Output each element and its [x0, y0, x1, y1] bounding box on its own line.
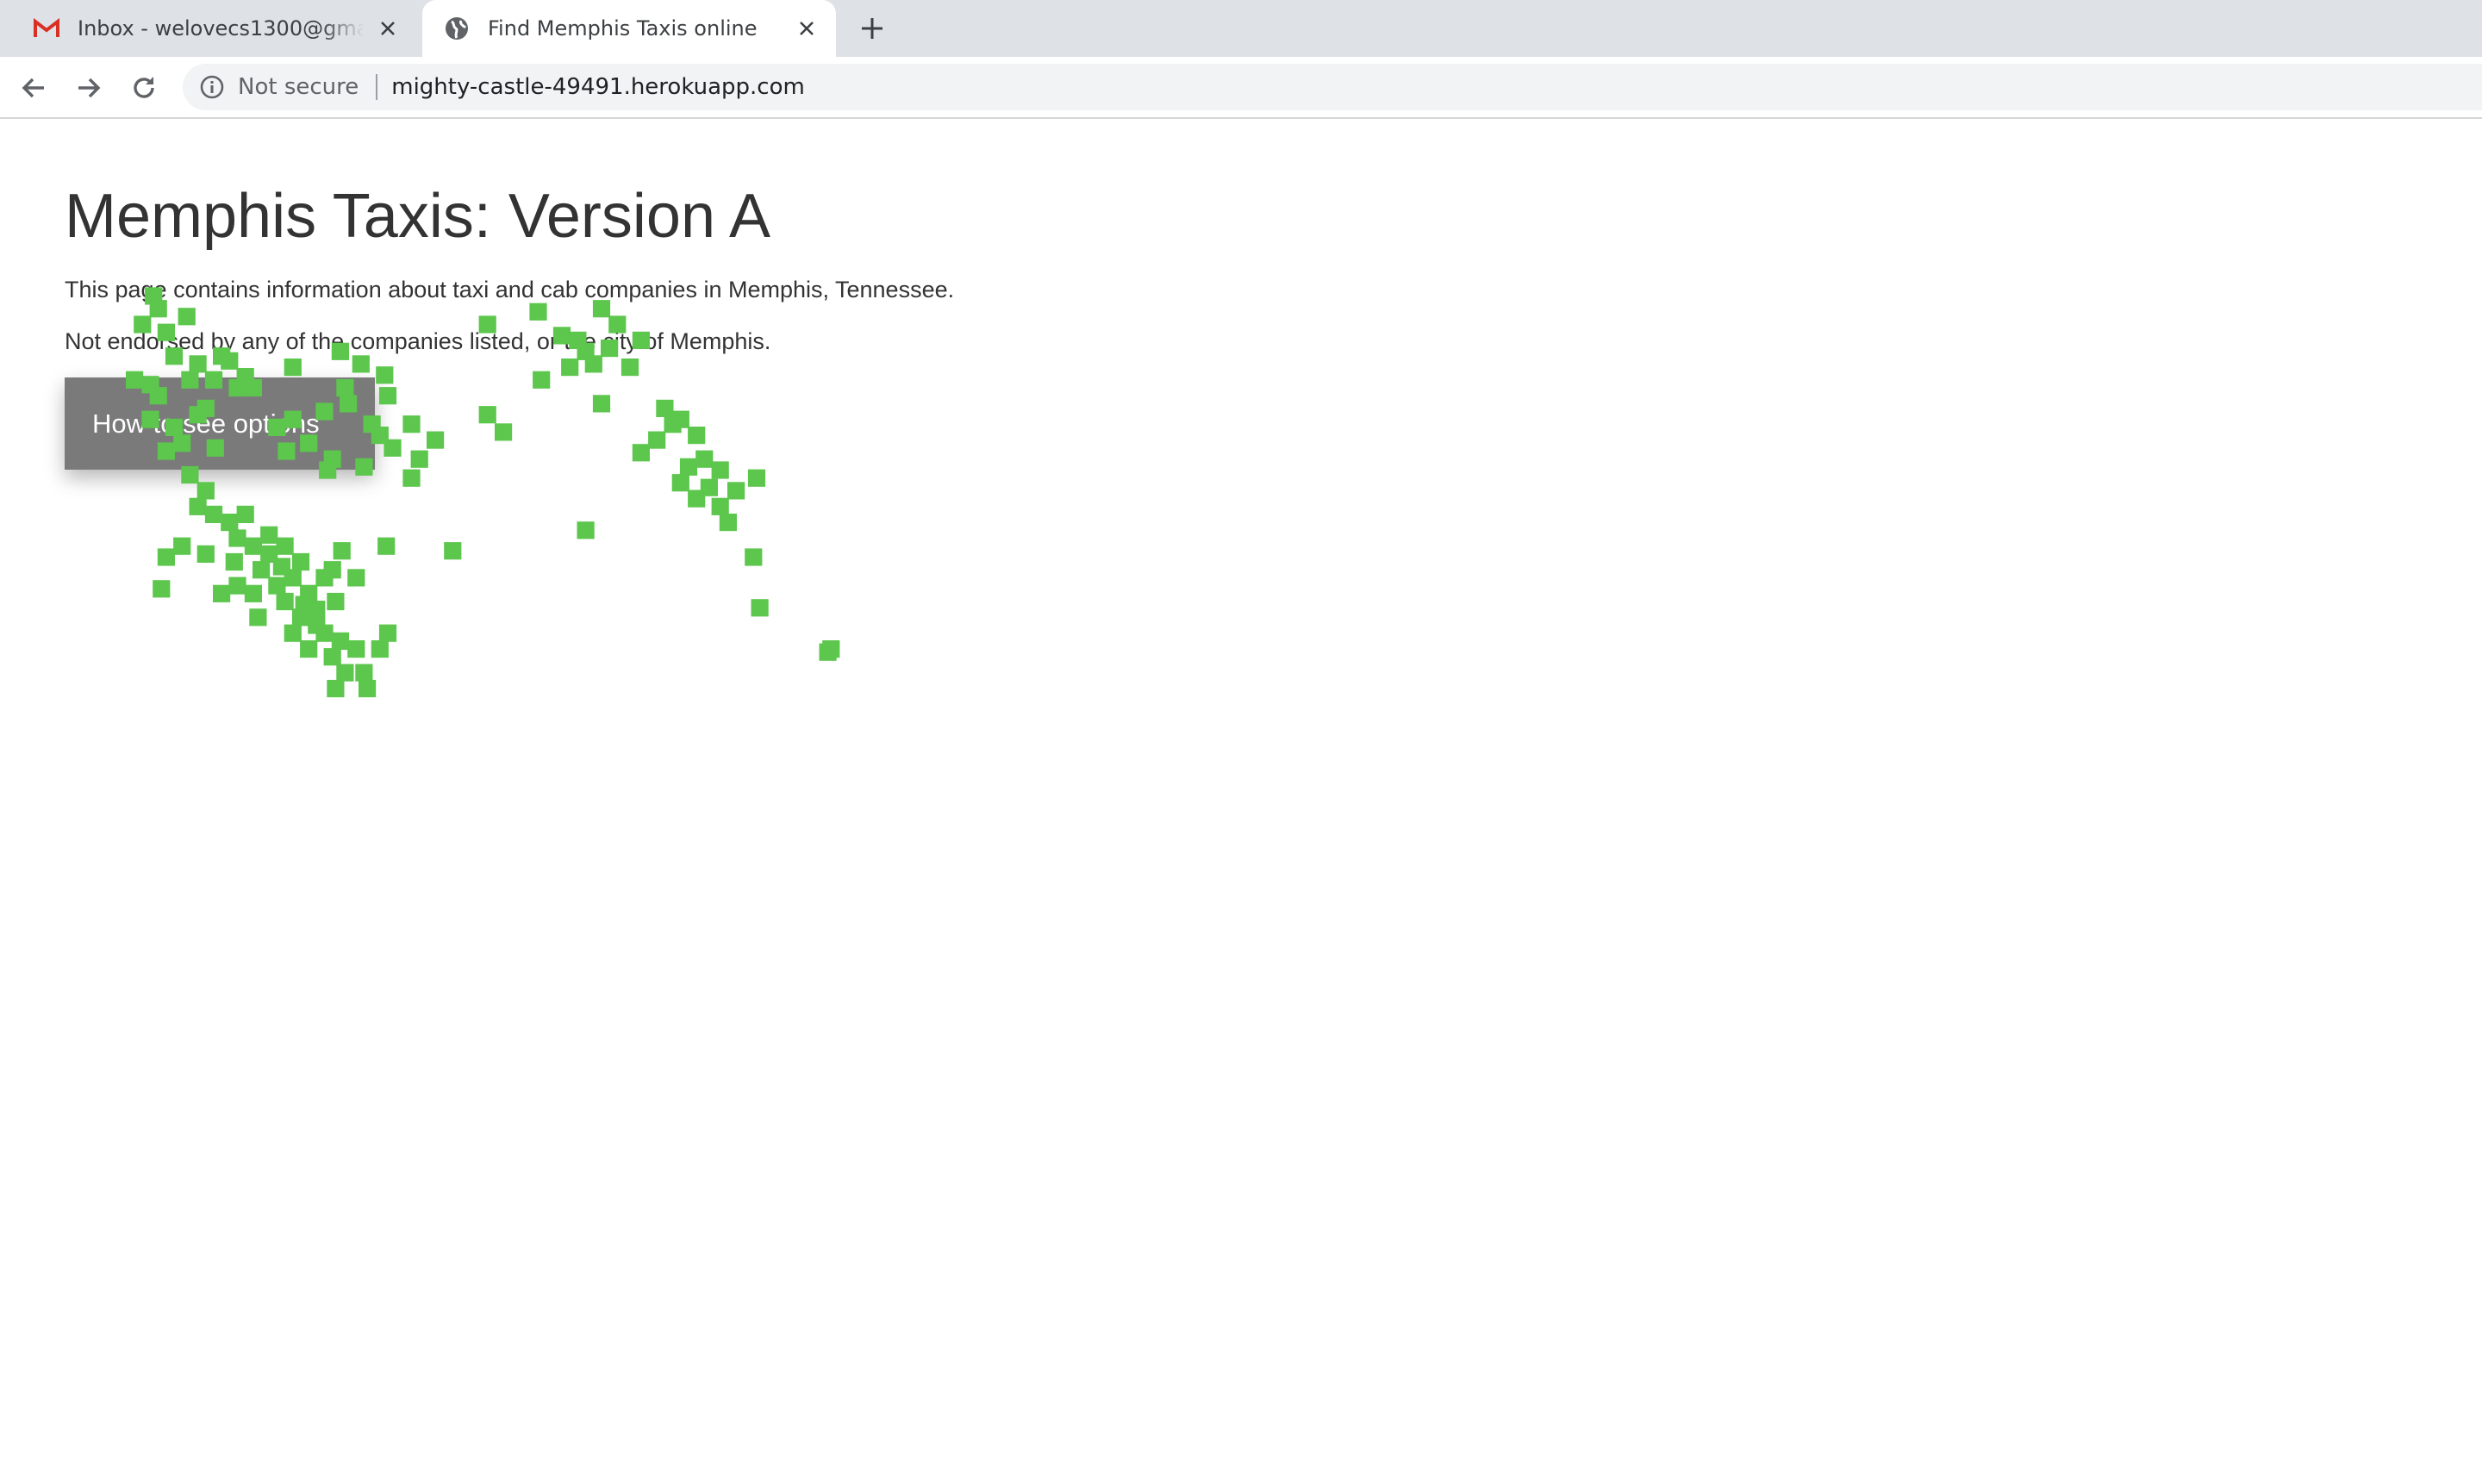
address-bar[interactable]: Not secure mighty-castle-49491.herokuapp…: [183, 64, 2482, 110]
url-text[interactable]: mighty-castle-49491.herokuapp.com: [391, 74, 805, 100]
gmail-icon: [29, 11, 64, 46]
forward-arrow-icon[interactable]: [70, 69, 108, 107]
divider: [376, 74, 378, 100]
back-arrow-icon[interactable]: [15, 69, 53, 107]
security-label: Not secure: [238, 74, 359, 100]
tab-find-memphis-taxis[interactable]: Find Memphis Taxis online: [422, 0, 836, 57]
close-icon[interactable]: [789, 11, 824, 46]
tab-title: Inbox - welovecs1300@gmail.com: [78, 16, 364, 41]
new-tab-icon[interactable]: [855, 11, 889, 46]
page-title: Memphis Taxis: Version A: [65, 182, 771, 251]
tab-title: Find Memphis Taxis online: [488, 16, 758, 41]
browser-toolbar: Not secure mighty-castle-49491.herokuapp…: [0, 57, 2482, 119]
reload-icon[interactable]: [125, 69, 163, 107]
close-icon[interactable]: [371, 11, 405, 46]
see-options-button[interactable]: How to see options: [65, 377, 375, 470]
globe-icon: [440, 11, 474, 46]
page-content: Memphis Taxis: Version A This page conta…: [0, 119, 2482, 1484]
browser-tab-strip: Inbox - welovecs1300@gmail.com Find Memp…: [0, 0, 2482, 57]
tab-gmail-inbox[interactable]: Inbox - welovecs1300@gmail.com: [12, 0, 417, 57]
disclaimer-text: Not endorsed by any of the companies lis…: [65, 328, 771, 354]
intro-text: This page contains information about tax…: [65, 277, 955, 302]
info-icon[interactable]: [198, 73, 226, 101]
